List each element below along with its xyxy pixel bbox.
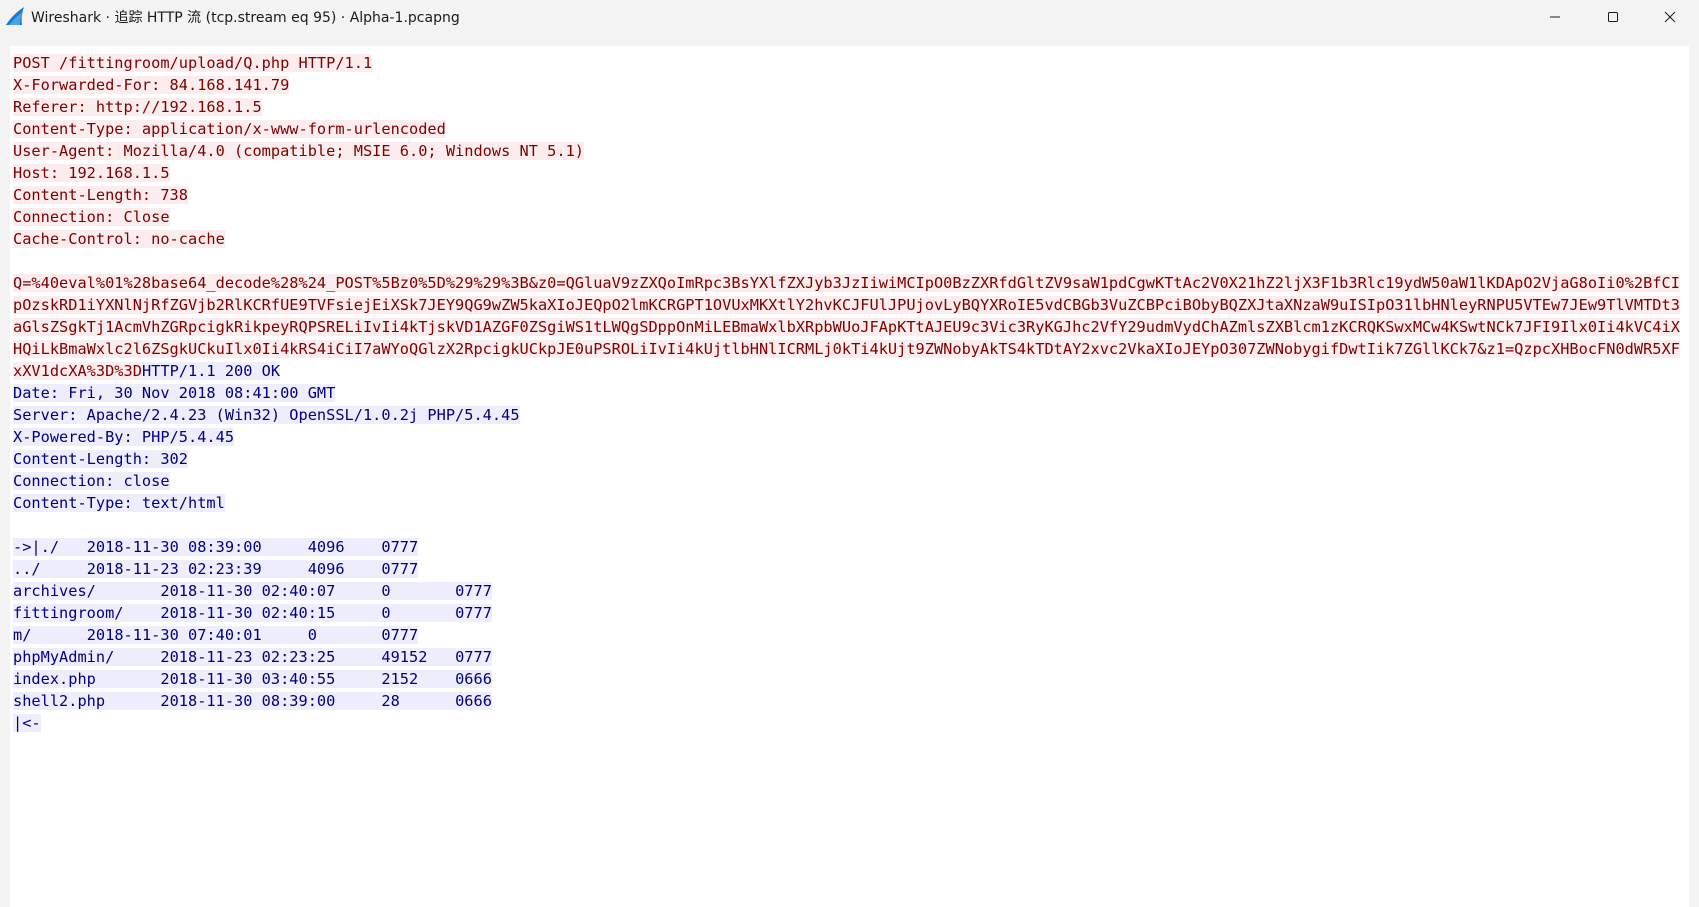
- title-bar[interactable]: Wireshark · 追踪 HTTP 流 (tcp.stream eq 95)…: [0, 0, 1699, 33]
- maximize-icon: [1608, 11, 1618, 22]
- close-icon: [1664, 11, 1676, 22]
- maximize-button[interactable]: [1584, 0, 1642, 33]
- stream-text[interactable]: POST /fittingroom/upload/Q.php HTTP/1.1 …: [13, 52, 1683, 734]
- minimize-button[interactable]: [1526, 0, 1584, 33]
- wireshark-fin-icon: [6, 7, 24, 25]
- server-response: HTTP/1.1 200 OK Date: Fri, 30 Nov 2018 0…: [13, 362, 520, 732]
- window-title: Wireshark · 追踪 HTTP 流 (tcp.stream eq 95)…: [31, 10, 460, 26]
- close-button[interactable]: [1641, 0, 1699, 33]
- client-request-headers: POST /fittingroom/upload/Q.php HTTP/1.1 …: [13, 54, 584, 248]
- vertical-scrollbar[interactable]: [1683, 46, 1689, 907]
- minimize-icon: [1550, 16, 1560, 17]
- stream-content-pane[interactable]: POST /fittingroom/upload/Q.php HTTP/1.1 …: [10, 46, 1689, 907]
